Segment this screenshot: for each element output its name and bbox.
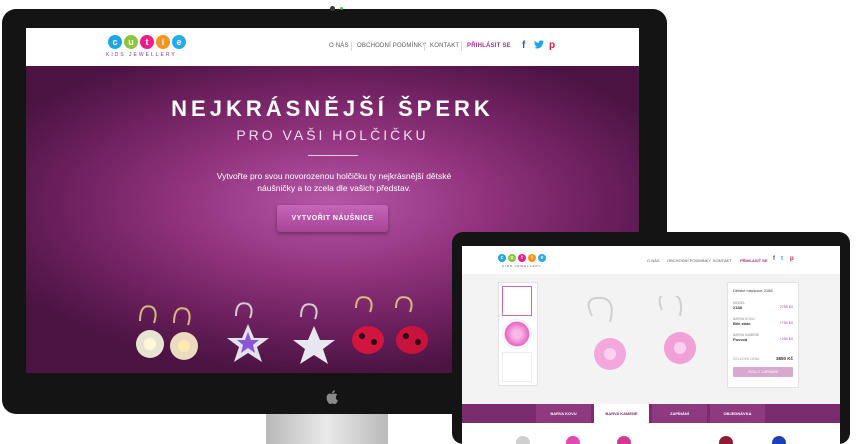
logo-letter: i — [528, 254, 536, 262]
thumbnail[interactable] — [502, 286, 532, 316]
nav-divider — [461, 42, 462, 51]
logo-letter: i — [156, 35, 170, 49]
monitor-stand — [266, 414, 388, 444]
tab-clasp[interactable]: ZAPÍNÁNÍ — [652, 404, 707, 423]
logo-letter: e — [172, 35, 186, 49]
logo-letter: t — [140, 35, 154, 49]
camera-led — [340, 7, 343, 10]
cutie-logo[interactable]: c u t i e — [108, 35, 186, 49]
pinterest-icon[interactable]: p — [549, 40, 555, 51]
detail-price: +250 Kč — [779, 337, 793, 341]
nav-divider — [424, 42, 425, 51]
nav-link-login[interactable]: PŘIHLÁSIT SE — [740, 258, 768, 263]
pinterest-icon[interactable]: p — [790, 256, 794, 262]
nav-link-contact[interactable]: KONTAKT — [430, 43, 459, 49]
hero-divider — [308, 155, 358, 156]
thumbnail[interactable] — [502, 319, 532, 349]
logo-tagline: KIDS JEWELLERY — [502, 264, 542, 268]
logo-letter: u — [124, 35, 138, 49]
logo-letter: e — [538, 254, 546, 262]
earrings-illustration — [136, 296, 428, 364]
hero-subtitle: PRO VAŠI HOLČIČKU — [236, 127, 429, 143]
apple-logo-icon — [326, 390, 338, 407]
stone-option[interactable] — [516, 436, 530, 444]
stone-option[interactable] — [772, 436, 786, 444]
product-image — [587, 296, 696, 370]
total-label: CELKOVÁ CENA — [733, 357, 760, 361]
product-thumbnails — [498, 282, 538, 386]
laptop-screen: c u t i e KIDS JEWELLERY O NÁS OBCHODNÍ … — [462, 246, 840, 444]
product-title: Dětské náušnice 2188 — [733, 288, 773, 293]
cutie-logo[interactable]: c u t i e — [498, 254, 546, 262]
stone-option[interactable] — [566, 436, 580, 444]
product-details-panel: Dětské náušnice 2188 MODEL 2188 2759 Kč … — [727, 282, 799, 388]
tab-stone-color[interactable]: BARVA KAMENE — [594, 404, 649, 423]
stone-option[interactable] — [617, 436, 631, 444]
twitter-icon[interactable] — [534, 40, 544, 52]
nav-link-login[interactable]: PŘIHLÁSIT SE — [467, 43, 511, 49]
tab-metal-color[interactable]: BARVA KOVU — [536, 404, 591, 423]
twitter-icon[interactable]: t — [781, 256, 783, 262]
logo-tagline: KIDS JEWELLERY — [106, 52, 177, 58]
nav-link-terms[interactable]: OBCHODNÍ PODMÍNKY — [357, 43, 426, 49]
facebook-icon[interactable]: f — [522, 40, 525, 51]
camera-icon — [330, 6, 335, 11]
total-price: 3850 Kč — [775, 356, 793, 361]
choose-clasp-button[interactable]: ZVOLIT ZAPÍNÁNÍ — [733, 367, 793, 377]
logo-letter: u — [508, 254, 516, 262]
nav-link-terms[interactable]: OBCHODNÍ PODMÍNKY — [667, 258, 711, 263]
site-header: c u t i e KIDS JEWELLERY O NÁS OBCHODNÍ … — [26, 28, 639, 66]
tab-order[interactable]: OBJEDNÁVKA — [710, 404, 765, 423]
hero-title: NEJKRÁSNĚJŠÍ ŠPERK — [171, 96, 494, 121]
hero-description: Vytvořte pro svou novorozenou holčičku t… — [209, 170, 459, 194]
nav-divider — [351, 42, 352, 51]
nav-link-about[interactable]: O NÁS — [329, 43, 349, 49]
detail-price: 2759 Kč — [779, 305, 793, 309]
facebook-icon[interactable]: f — [773, 256, 775, 262]
logo-letter: c — [498, 254, 506, 262]
hero-text-line: náušničky a to zcela dle vašich představ… — [257, 183, 411, 193]
hero-text-line: Vytvořte pro svou novorozenou holčičku t… — [216, 171, 452, 181]
logo-letter: t — [518, 254, 526, 262]
thumbnail[interactable] — [502, 352, 532, 382]
nav-link-contact[interactable]: KONTAKT — [713, 258, 732, 263]
nav-link-about[interactable]: O NÁS — [647, 258, 659, 263]
logo-letter: c — [108, 35, 122, 49]
configurator-tabs — [462, 404, 840, 423]
stone-option[interactable] — [719, 436, 733, 444]
detail-price: +750 Kč — [779, 321, 793, 325]
create-earrings-button[interactable]: VYTVOŘIT NÁUŠNICE — [277, 205, 388, 232]
